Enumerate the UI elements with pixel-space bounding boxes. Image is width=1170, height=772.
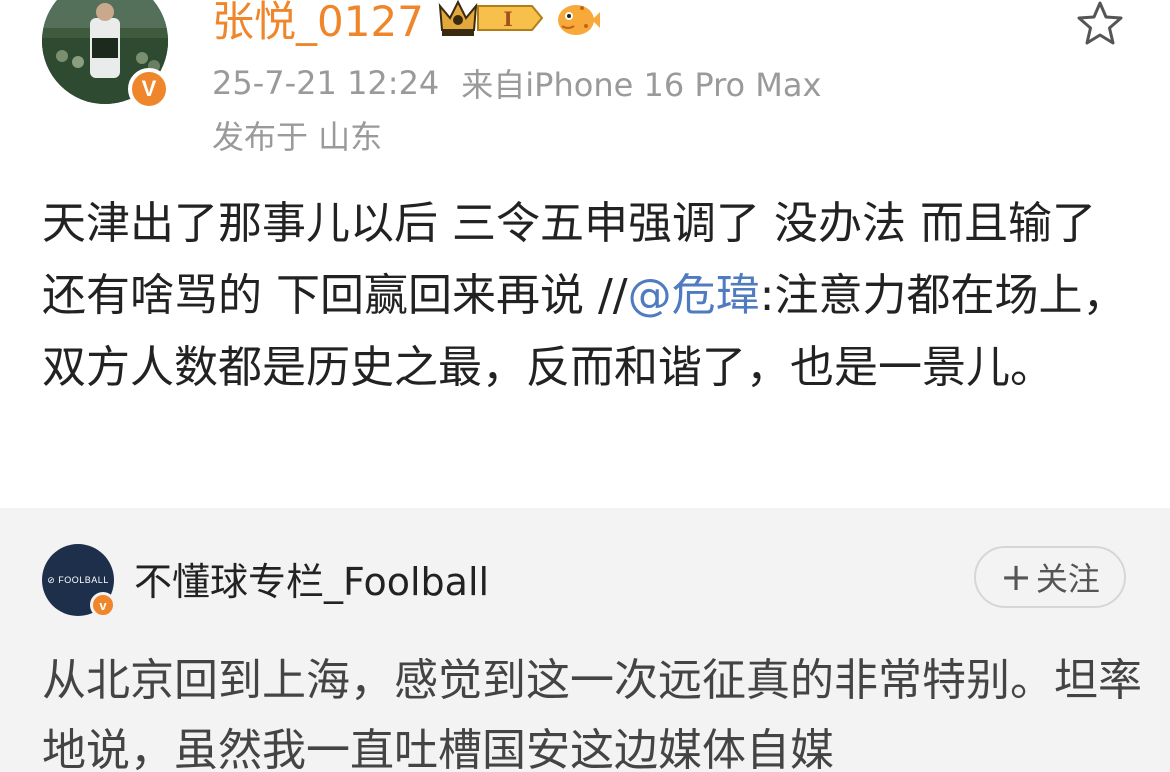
repost-avatar-text: ⊘ FOOLBALL <box>47 574 109 585</box>
plus-icon: + <box>1000 555 1032 599</box>
follow-button[interactable]: + 关注 <box>974 546 1126 608</box>
favorite-star-icon[interactable] <box>1074 0 1126 50</box>
repost-username[interactable]: 不懂球专栏_Foolball <box>134 552 489 604</box>
follow-button-label: 关注 <box>1035 560 1100 598</box>
post-meta: 25-7-21 12:24 来自iPhone 16 Pro Max <box>212 60 821 106</box>
verified-badge-icon: V <box>128 68 170 110</box>
weibo-post: V 张悦_0127 I 25-7-21 12:24 来自iPhone 16 Pr… <box>0 0 1170 508</box>
username[interactable]: 张悦_0127 <box>212 0 424 49</box>
post-timestamp: 25-7-21 12:24 <box>212 64 440 102</box>
crown-level-badge-icon[interactable]: I <box>436 0 546 40</box>
username-row: 张悦_0127 I <box>212 0 600 48</box>
mention-link[interactable]: @危瑋 <box>628 270 760 321</box>
post-body: 天津出了那事儿以后 三令五申强调了 没办法 而且输了 还有啥骂的 下回赢回来再说… <box>42 188 1132 404</box>
post-source: 来自iPhone 16 Pro Max <box>461 66 822 104</box>
pufferfish-badge-icon[interactable] <box>554 0 600 40</box>
repost-verified-badge-icon: v <box>90 592 116 618</box>
crown-badge-letter: I <box>503 7 512 31</box>
post-location: 发布于 山东 <box>212 118 383 156</box>
repost-body: 从北京回到上海，感觉到这一次远征真的非常特别。坦率地说，虽然我一直吐槽国安这边媒… <box>42 655 1142 772</box>
reposted-content[interactable]: ⊘ FOOLBALL v 不懂球专栏_Foolball + 关注 从北京回到上海… <box>0 508 1170 772</box>
